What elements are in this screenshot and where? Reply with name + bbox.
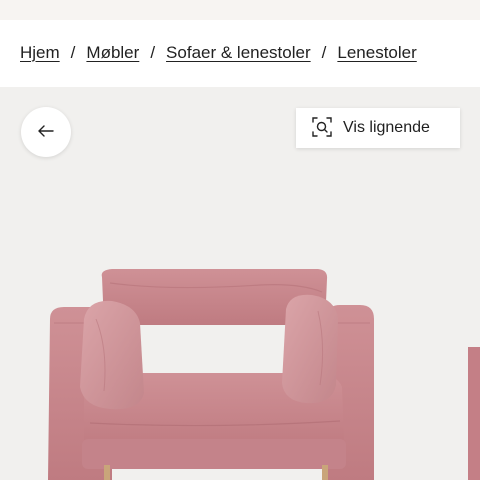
show-similar-button[interactable]: Vis lignende: [296, 108, 460, 148]
breadcrumb-separator: /: [321, 42, 327, 62]
breadcrumb-home[interactable]: Hjem: [20, 43, 60, 63]
breadcrumb-mobler[interactable]: Møbler: [86, 43, 139, 63]
breadcrumb-lenestoler[interactable]: Lenestoler: [337, 43, 416, 63]
arrow-left-icon: [38, 124, 54, 140]
back-button[interactable]: [21, 107, 71, 157]
breadcrumb: Hjem / Møbler / Sofaer & lenestoler / Le…: [0, 20, 480, 87]
visual-search-icon: [312, 116, 332, 140]
top-strip: [0, 0, 480, 20]
breadcrumb-separator: /: [70, 42, 76, 62]
show-similar-label: Vis lignende: [343, 119, 430, 136]
breadcrumb-separator: /: [150, 42, 156, 62]
breadcrumb-sofaer[interactable]: Sofaer & lenestoler: [166, 43, 311, 63]
product-gallery[interactable]: Vis lignende: [0, 87, 480, 480]
